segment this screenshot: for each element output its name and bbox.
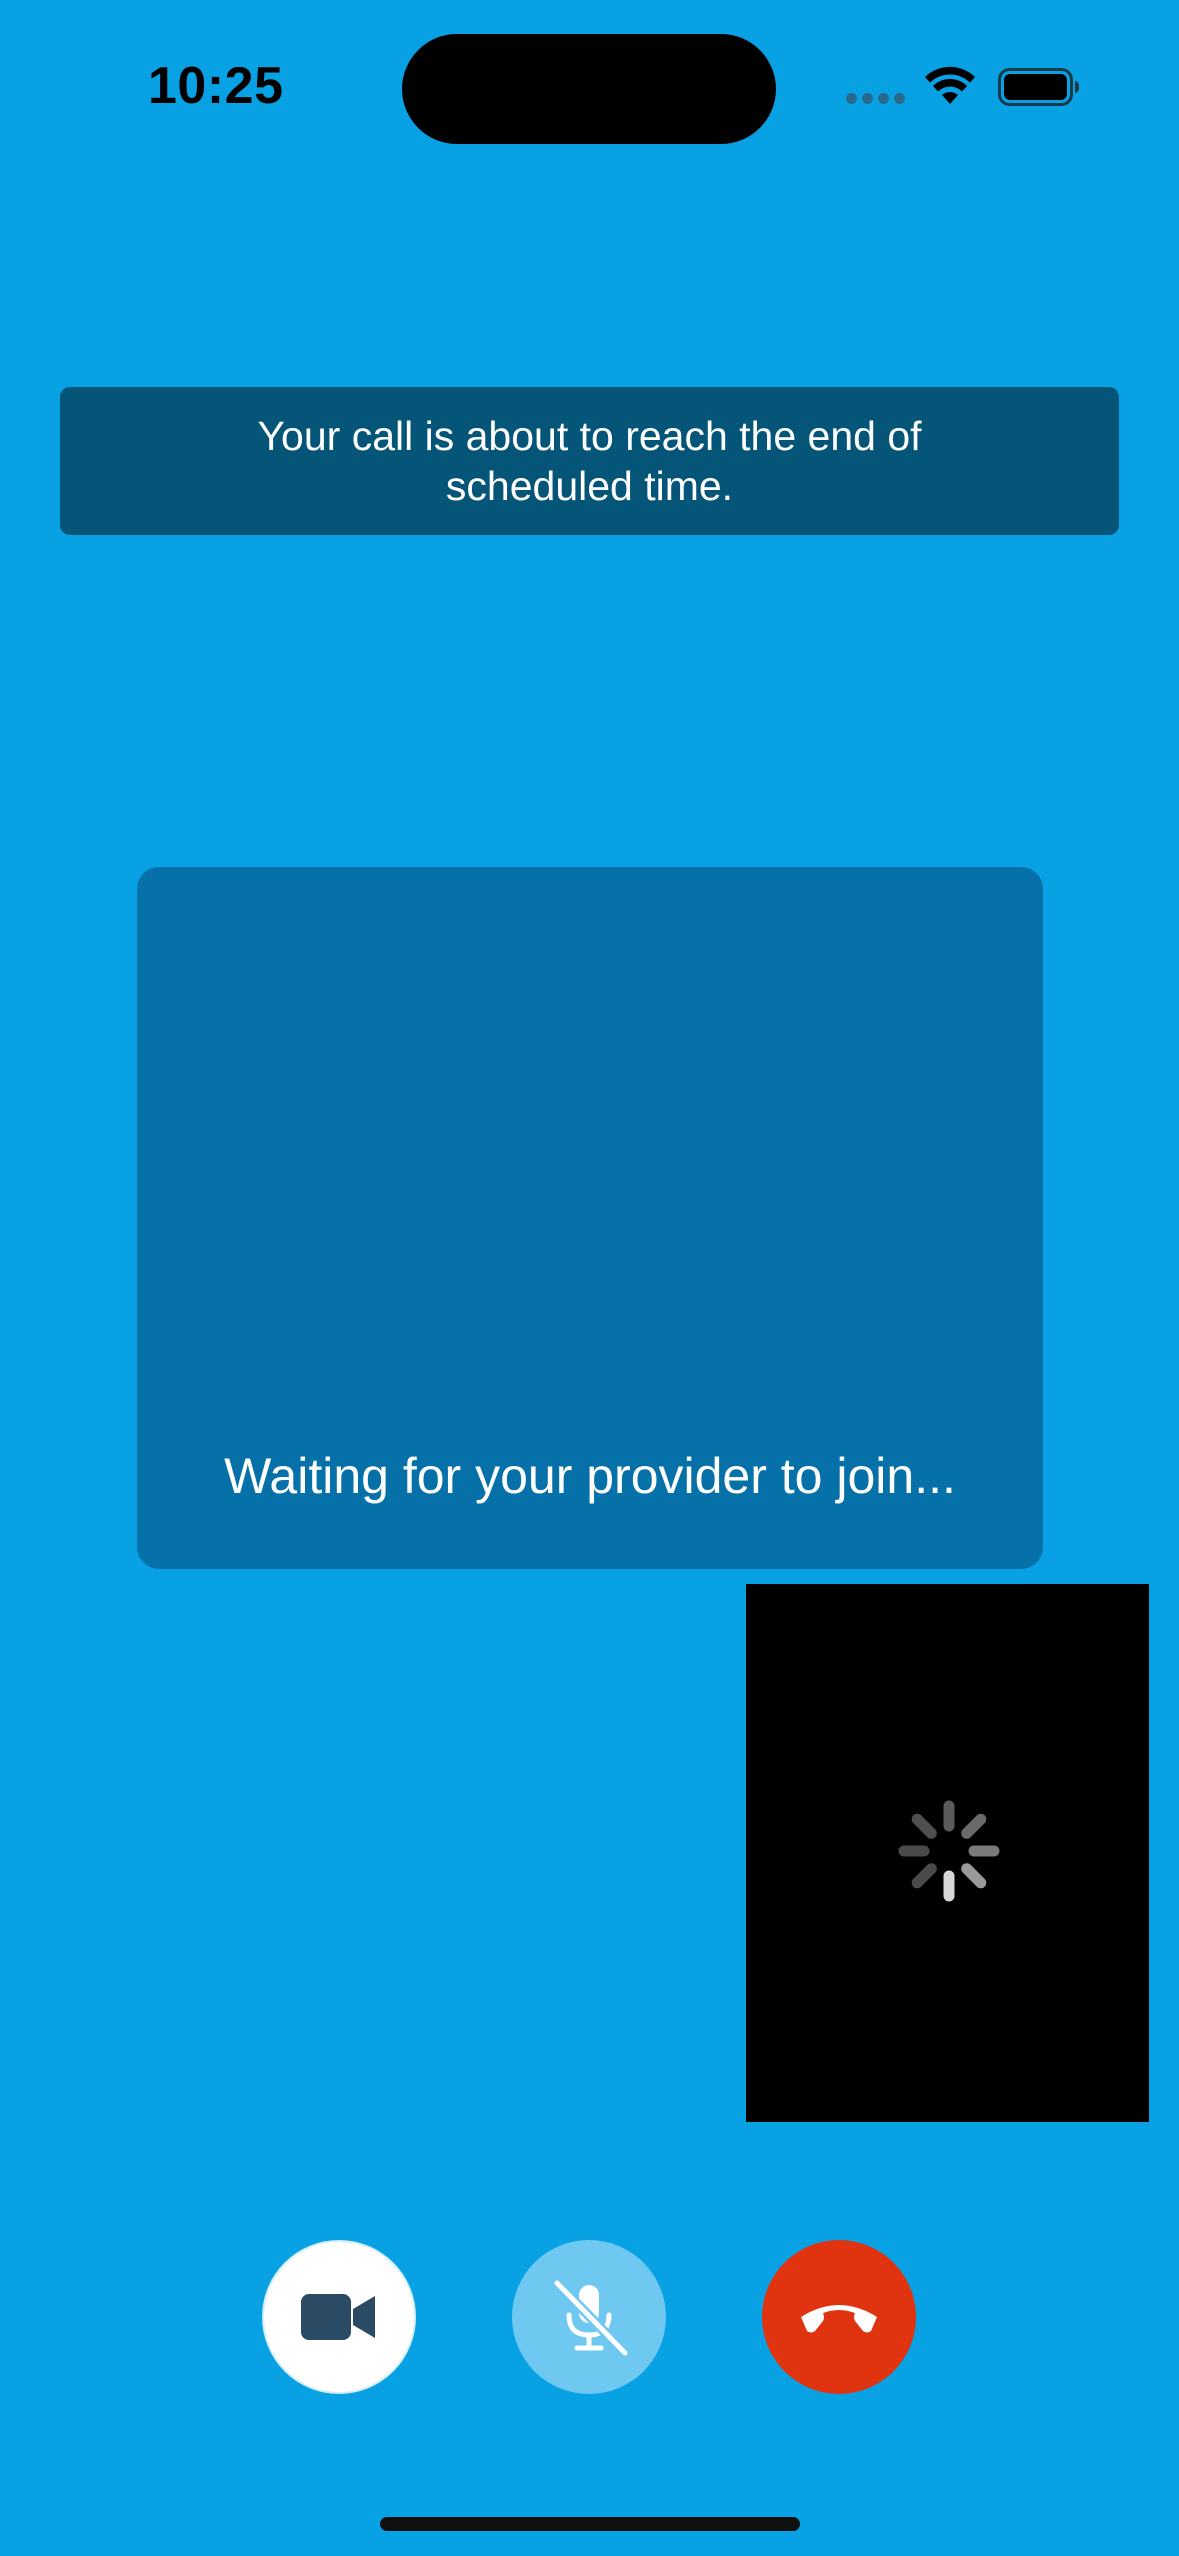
video-camera-icon	[301, 2294, 375, 2340]
microphone-muted-icon	[552, 2278, 630, 2358]
home-indicator[interactable]	[380, 2517, 800, 2531]
end-call-button[interactable]	[762, 2240, 916, 2394]
video-call-screen: 10:25 Your call is about to reach the en…	[0, 0, 1179, 2556]
hang-up-phone-icon	[801, 2305, 877, 2333]
cellular-signal-icon	[846, 93, 905, 104]
self-view-video[interactable]	[746, 1584, 1149, 2122]
video-toggle-button[interactable]	[262, 2240, 416, 2394]
banner-message: Your call is about to reach the end of s…	[257, 413, 922, 509]
activity-spinner-icon	[898, 1800, 1000, 1902]
remote-video-tile: Waiting for your provider to join...	[137, 867, 1043, 1569]
dynamic-island	[402, 34, 776, 144]
mute-toggle-button[interactable]	[512, 2240, 666, 2394]
call-ending-banner: Your call is about to reach the end of s…	[60, 387, 1119, 535]
status-bar-time: 10:25	[148, 57, 284, 115]
waiting-status-text: Waiting for your provider to join...	[224, 1448, 956, 1504]
battery-icon	[998, 68, 1079, 106]
wifi-icon	[925, 66, 975, 104]
